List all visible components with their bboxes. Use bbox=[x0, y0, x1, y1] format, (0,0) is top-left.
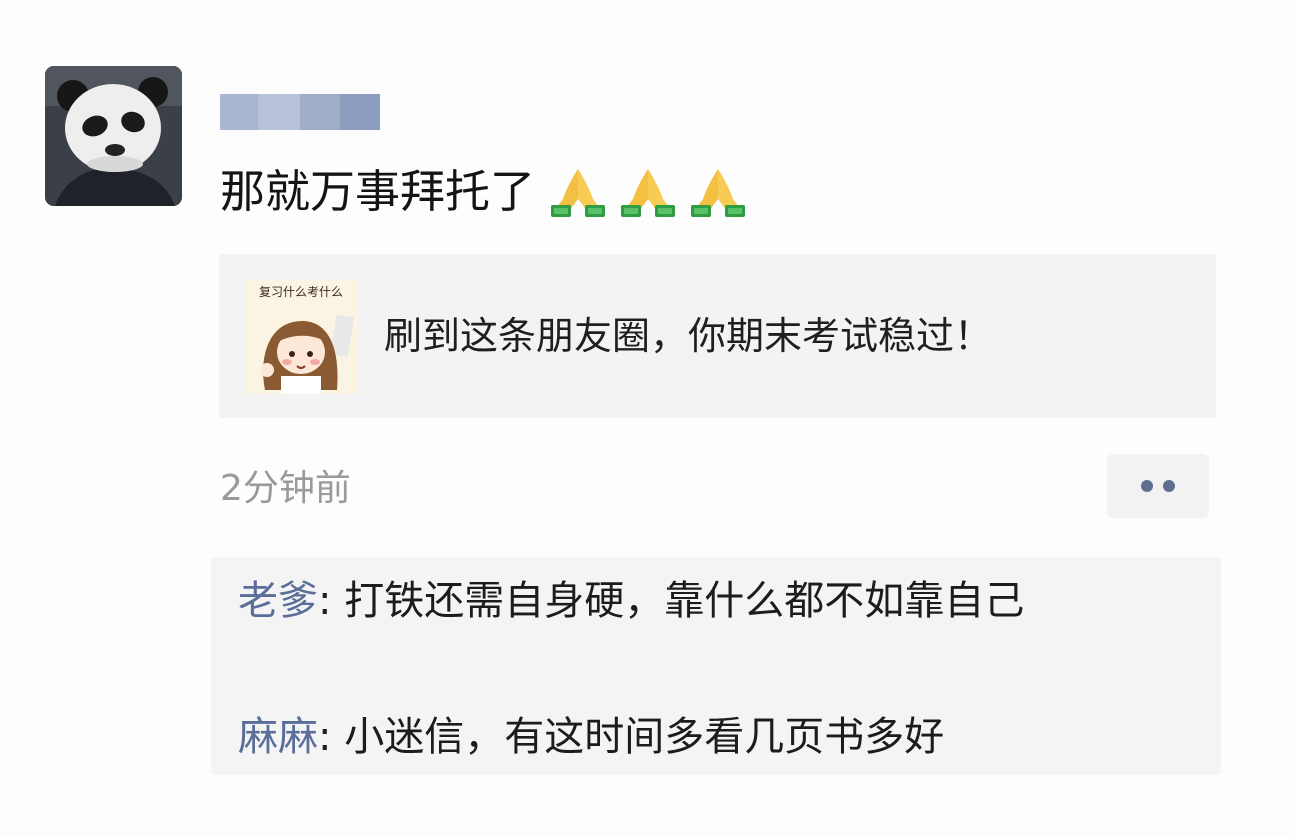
post-author-name-blurred[interactable] bbox=[220, 94, 380, 130]
shared-link-card[interactable]: 复习什么考什么 刷到这条朋友圈，你期末考试稳过！ bbox=[219, 254, 1216, 418]
more-dot-icon bbox=[1163, 480, 1175, 492]
pray-icon bbox=[617, 165, 679, 219]
comment-text: 小迷信，有这时间多看几页书多好 bbox=[344, 714, 945, 760]
avatar[interactable] bbox=[45, 66, 182, 206]
more-dot-icon bbox=[1141, 480, 1153, 492]
commenter-name[interactable]: 麻麻 bbox=[238, 714, 318, 760]
post-timestamp: 2分钟前 bbox=[220, 468, 351, 509]
link-thumbnail: 复习什么考什么 bbox=[245, 280, 357, 394]
commenter-name[interactable]: 老爹 bbox=[238, 578, 318, 624]
link-thumb-text: 复习什么考什么 bbox=[259, 285, 343, 299]
comments-section: 老爹: 打铁还需自身硬，靠什么都不如靠自己 麻麻: 小迷信，有这时间多看几页书多… bbox=[211, 557, 1221, 775]
comment-separator: : bbox=[318, 714, 345, 760]
comment-separator: : bbox=[318, 578, 345, 624]
post-text: 那就万事拜托了 bbox=[220, 160, 757, 224]
emoji-row bbox=[547, 165, 757, 219]
pray-icon bbox=[687, 165, 749, 219]
post-text-content: 那就万事拜托了 bbox=[220, 165, 536, 218]
comment-text: 打铁还需自身硬，靠什么都不如靠自己 bbox=[344, 578, 1025, 624]
panda-avatar-image bbox=[45, 66, 182, 206]
link-title: 刷到这条朋友圈，你期末考试稳过！ bbox=[384, 314, 993, 358]
pray-icon bbox=[547, 165, 609, 219]
more-actions-button[interactable] bbox=[1107, 454, 1209, 518]
comment-item[interactable]: 麻麻: 小迷信，有这时间多看几页书多好 bbox=[238, 709, 1198, 765]
comment-item[interactable]: 老爹: 打铁还需自身硬，靠什么都不如靠自己 bbox=[238, 573, 1198, 629]
